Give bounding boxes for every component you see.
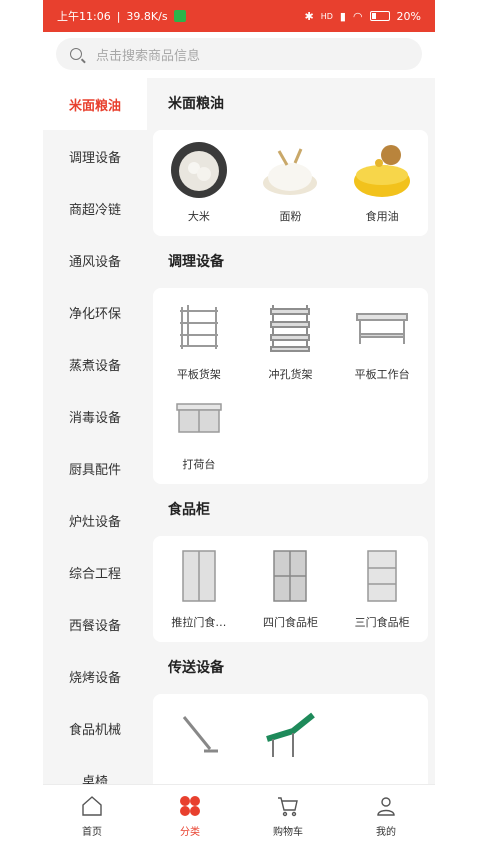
- sidebar-item-steaming[interactable]: 蒸煮设备: [43, 338, 147, 390]
- product-cabinet-bench[interactable]: 打荷台: [153, 388, 245, 472]
- sidebar-item-conditioning[interactable]: 调理设备: [43, 130, 147, 182]
- four-door-cabinet-image: [260, 546, 320, 606]
- sidebar-item-grain-oil[interactable]: 米面粮油: [43, 78, 147, 130]
- status-net-speed: 39.8K/s: [126, 9, 168, 23]
- status-bar: 上午11:06 | 39.8K/s ✱ HD ▮ ◠ 20%: [43, 0, 435, 32]
- product-card: 平板货架 冲孔货架 平板工作台 打荷台: [153, 288, 428, 484]
- product-card: [153, 694, 428, 784]
- bottom-tab-bar: 首页 分类 购物车 我的: [43, 784, 435, 850]
- flat-shelf-image: [169, 298, 229, 358]
- product-content: 米面粮油 大米 面粉 食用油 调理设备 平板货架 冲孔货架 平板工作台 打荷台 …: [147, 78, 435, 784]
- profile-icon: [373, 793, 399, 819]
- section-title: 传送设备: [168, 660, 224, 676]
- section-title: 调理设备: [168, 254, 224, 270]
- sidebar-item-furniture[interactable]: 桌椅: [43, 754, 147, 785]
- battery-icon: [369, 11, 390, 21]
- section-title: 食品柜: [168, 502, 210, 518]
- product-four-door-cabinet[interactable]: 四门食品柜: [245, 546, 337, 630]
- section-title: 米面粮油: [168, 96, 224, 112]
- product-card: 推拉门食… 四门食品柜 三门食品柜: [153, 536, 428, 642]
- search-icon: [70, 48, 82, 60]
- product-flour[interactable]: 面粉: [245, 140, 337, 224]
- sidebar-item-disinfection[interactable]: 消毒设备: [43, 390, 147, 442]
- sidebar-item-stove[interactable]: 炉灶设备: [43, 494, 147, 546]
- punched-shelf-image: [260, 298, 320, 358]
- signal-label: HD: [320, 11, 333, 21]
- product-screw-conveyor[interactable]: [153, 704, 245, 784]
- product-workbench[interactable]: 平板工作台: [336, 298, 428, 382]
- sidebar-item-engineering[interactable]: 综合工程: [43, 546, 147, 598]
- cabinet-bench-image: [169, 388, 229, 448]
- bluetooth-icon: ✱: [304, 9, 314, 23]
- wifi-icon: ◠: [352, 9, 363, 23]
- rice-image: [169, 140, 229, 200]
- screw-conveyor-image: [169, 704, 229, 764]
- sidebar-item-ventilation[interactable]: 通风设备: [43, 234, 147, 286]
- signal-icon: ▮: [339, 9, 346, 23]
- search-bar: 点击搜索商品信息: [43, 32, 435, 78]
- product-three-door-cabinet[interactable]: 三门食品柜: [336, 546, 428, 630]
- cart-icon: [275, 793, 301, 819]
- sidebar-item-purification[interactable]: 净化环保: [43, 286, 147, 338]
- battery-level: 20%: [396, 9, 421, 23]
- category-icon: [177, 793, 203, 819]
- search-input[interactable]: 点击搜索商品信息: [56, 38, 422, 70]
- sidebar-item-grill[interactable]: 烧烤设备: [43, 650, 147, 702]
- product-rice[interactable]: 大米: [153, 140, 245, 224]
- product-belt-conveyor[interactable]: [245, 704, 337, 784]
- tab-profile[interactable]: 我的: [337, 785, 435, 850]
- sidebar-item-food-machinery[interactable]: 食品机械: [43, 702, 147, 754]
- product-sliding-cabinet[interactable]: 推拉门食…: [153, 546, 245, 630]
- product-oil[interactable]: 食用油: [336, 140, 428, 224]
- sidebar-item-cold-chain[interactable]: 商超冷链: [43, 182, 147, 234]
- oil-image: [352, 140, 412, 200]
- sidebar-item-western[interactable]: 西餐设备: [43, 598, 147, 650]
- tab-category[interactable]: 分类: [141, 785, 239, 850]
- product-card: 大米 面粉 食用油: [153, 130, 428, 236]
- product-punched-shelf[interactable]: 冲孔货架: [245, 298, 337, 382]
- vpn-icon: [173, 10, 186, 22]
- status-time: 上午11:06: [57, 10, 111, 23]
- belt-conveyor-image: [260, 704, 320, 764]
- flour-image: [260, 140, 320, 200]
- tab-cart[interactable]: 购物车: [239, 785, 337, 850]
- home-icon: [79, 793, 105, 819]
- workbench-image: [352, 298, 412, 358]
- tab-home[interactable]: 首页: [43, 785, 141, 850]
- search-placeholder: 点击搜索商品信息: [96, 48, 201, 64]
- sidebar-item-kitchen-parts[interactable]: 厨具配件: [43, 442, 147, 494]
- three-door-cabinet-image: [352, 546, 412, 606]
- product-flat-shelf[interactable]: 平板货架: [153, 298, 245, 382]
- category-sidebar: 米面粮油 调理设备 商超冷链 通风设备 净化环保 蒸煮设备 消毒设备 厨具配件 …: [43, 78, 147, 784]
- sliding-cabinet-image: [169, 546, 229, 606]
